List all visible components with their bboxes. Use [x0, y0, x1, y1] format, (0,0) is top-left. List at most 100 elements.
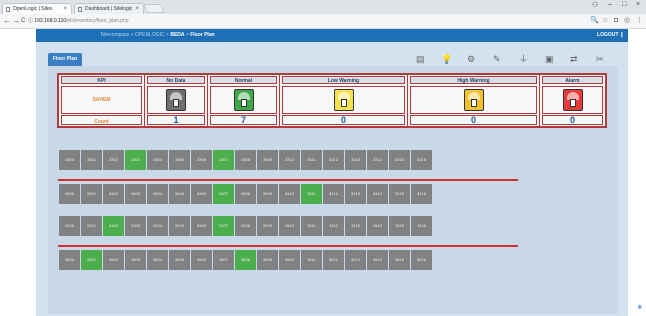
rack-cell[interactable]: 3306: [191, 150, 212, 170]
rack-cell[interactable]: 3614: [367, 250, 388, 270]
rack-cell[interactable]: 3314: [367, 150, 388, 170]
rack-cell[interactable]: 3416: [411, 184, 432, 204]
rack-cell[interactable]: 3100: [59, 216, 80, 236]
rack-cell[interactable]: 3311: [301, 150, 322, 170]
back-button[interactable]: ←: [3, 16, 11, 26]
report-icon[interactable]: ▤: [416, 54, 425, 64]
bulb-icon[interactable]: 💡: [441, 54, 452, 64]
rack-cell[interactable]: 3111: [301, 216, 322, 236]
rack-cell[interactable]: 3600: [59, 250, 80, 270]
normal-server-icon[interactable]: [233, 89, 254, 111]
scroll-indicator-icon[interactable]: ❖: [637, 304, 643, 312]
rack-cell[interactable]: 3408: [235, 184, 256, 204]
rack-cell[interactable]: 3108: [235, 216, 256, 236]
profile-icon[interactable]: ⚇: [592, 1, 598, 9]
rack-cell[interactable]: 3414: [367, 184, 388, 204]
logout-button[interactable]: LOGOUT ❙: [597, 30, 624, 41]
rack-cell[interactable]: 3309: [257, 150, 278, 170]
rack-cell[interactable]: 3315: [389, 150, 410, 170]
maximize-button[interactable]: □: [622, 1, 626, 8]
cables-icon[interactable]: ⇄: [570, 54, 578, 64]
breadcrumb-item[interactable]: Telecompass: [100, 32, 129, 38]
rack-cell[interactable]: 3603: [125, 250, 146, 270]
rack-cell[interactable]: 3114: [367, 216, 388, 236]
site-info-icon[interactable]: ⓘ: [28, 18, 33, 24]
breadcrumb-item[interactable]: BEDA: [170, 32, 184, 38]
rack-cell[interactable]: 3601: [81, 250, 102, 270]
rack-cell[interactable]: 3115: [389, 216, 410, 236]
close-tab-icon[interactable]: ×: [63, 4, 67, 14]
close-tab-icon[interactable]: ×: [135, 4, 139, 14]
rack-cell[interactable]: 3102: [103, 216, 124, 236]
plug-icon[interactable]: ⏚: [519, 54, 528, 64]
rack-cell[interactable]: 3313: [345, 150, 366, 170]
tab-floor-plan[interactable]: Floor Plan: [48, 53, 82, 66]
rack-cell[interactable]: 3110: [279, 216, 300, 236]
rack-cell[interactable]: 3109: [257, 216, 278, 236]
rack-cell[interactable]: 3312: [323, 150, 344, 170]
low-warning-server-icon[interactable]: [333, 89, 354, 111]
rack-cell[interactable]: 3607: [213, 250, 234, 270]
rack-cell[interactable]: 3113: [345, 216, 366, 236]
settings-icon[interactable]: ✂: [596, 54, 604, 64]
extension-icon[interactable]: ◘: [614, 16, 618, 26]
rack-cell[interactable]: 3307: [213, 150, 234, 170]
rack-cell[interactable]: 3613: [345, 250, 366, 270]
breadcrumb-item[interactable]: OPENLOGIC: [135, 32, 165, 38]
rack-cell[interactable]: 3403: [125, 184, 146, 204]
rack-cell[interactable]: 3101: [81, 216, 102, 236]
rack-cell[interactable]: 3105: [169, 216, 190, 236]
rack-cell[interactable]: 3301: [81, 150, 102, 170]
zoom-icon[interactable]: 🔍: [590, 16, 599, 26]
rack-cell[interactable]: 3611: [301, 250, 322, 270]
rack-cell[interactable]: 3401: [81, 184, 102, 204]
rack-cell[interactable]: 3610: [279, 250, 300, 270]
no-data-server-icon[interactable]: [166, 89, 186, 111]
rack-cell[interactable]: 3303: [125, 150, 146, 170]
rack-cell[interactable]: 3300: [59, 150, 80, 170]
rack-cell[interactable]: 3103: [125, 216, 146, 236]
rack-cell[interactable]: 3302: [103, 150, 124, 170]
rack-cell[interactable]: 3106: [191, 216, 212, 236]
rack-cell[interactable]: 3415: [389, 184, 410, 204]
rack-cell[interactable]: 3308: [235, 150, 256, 170]
rack-cell[interactable]: 3410: [279, 184, 300, 204]
edit-icon[interactable]: ✎: [493, 54, 501, 64]
browser-menu-icon[interactable]: ⋮: [636, 16, 643, 26]
rack-cell[interactable]: 3405: [169, 184, 190, 204]
reload-button[interactable]: C: [21, 16, 25, 26]
rack-cell[interactable]: 3310: [279, 150, 300, 170]
rack-cell[interactable]: 3407: [213, 184, 234, 204]
browser-tab-1[interactable]: OpenLogic | Sites ×: [2, 3, 72, 14]
minimize-button[interactable]: –: [608, 1, 612, 8]
bookmark-star-icon[interactable]: ☆: [602, 16, 608, 26]
rack-cell[interactable]: 3305: [169, 150, 190, 170]
rack-cell[interactable]: 3304: [147, 150, 168, 170]
close-window-button[interactable]: ×: [636, 1, 640, 8]
rack-cell[interactable]: 3104: [147, 216, 168, 236]
rack-cell[interactable]: 3404: [147, 184, 168, 204]
rack-cell[interactable]: 3612: [323, 250, 344, 270]
rack-cell[interactable]: 3606: [191, 250, 212, 270]
rack-cell[interactable]: 3406: [191, 184, 212, 204]
rack-cell[interactable]: 3411: [301, 184, 322, 204]
browser-tab-2[interactable]: Dashboard | Sitelogic ×: [74, 3, 144, 14]
rack-cell[interactable]: 3400: [59, 184, 80, 204]
rack-cell[interactable]: 3316: [411, 150, 432, 170]
extension-2-icon[interactable]: ◎: [624, 16, 630, 26]
alarm-server-icon[interactable]: [562, 89, 583, 111]
rack-cell[interactable]: 3409: [257, 184, 278, 204]
tools-icon[interactable]: ⚙: [467, 54, 475, 64]
new-tab-button[interactable]: [143, 4, 165, 13]
rack-cell[interactable]: 3609: [257, 250, 278, 270]
rack-cell[interactable]: 3604: [147, 250, 168, 270]
rack-cell[interactable]: 3402: [103, 184, 124, 204]
rack-cell[interactable]: 3615: [389, 250, 410, 270]
rack-cell[interactable]: 3413: [345, 184, 366, 204]
forward-button[interactable]: →: [12, 16, 20, 26]
url-field[interactable]: ⓘ 192.168.0.110/pls/inventory/floor_plan…: [28, 16, 588, 26]
high-warning-server-icon[interactable]: [463, 89, 484, 111]
rack-cell[interactable]: 3602: [103, 250, 124, 270]
rack-cell[interactable]: 3107: [213, 216, 234, 236]
rack-cell[interactable]: 3116: [411, 216, 432, 236]
